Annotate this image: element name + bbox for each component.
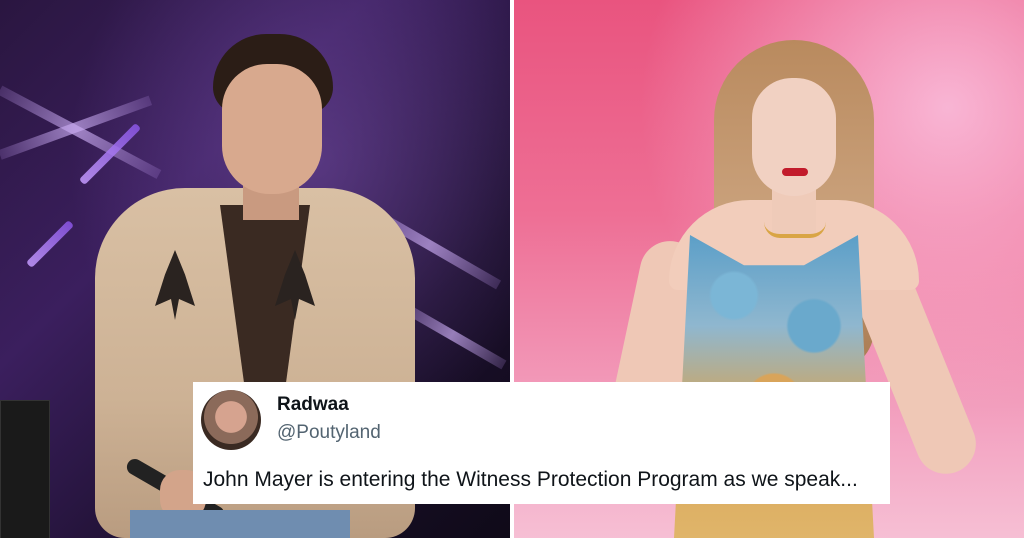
display-name[interactable]: Radwaa: [277, 394, 349, 416]
lips: [782, 168, 808, 176]
user-handle[interactable]: @Poutyland: [277, 422, 381, 444]
face: [752, 78, 836, 196]
stage-light: [25, 219, 75, 269]
stage-speaker: [0, 400, 50, 538]
face: [222, 64, 322, 194]
user-avatar-icon[interactable]: [201, 390, 261, 450]
jeans: [130, 510, 350, 538]
necklace: [764, 222, 826, 238]
tweet-card[interactable]: Radwaa @Poutyland John Mayer is entering…: [193, 382, 890, 504]
tweet-text: John Mayer is entering the Witness Prote…: [203, 468, 858, 491]
